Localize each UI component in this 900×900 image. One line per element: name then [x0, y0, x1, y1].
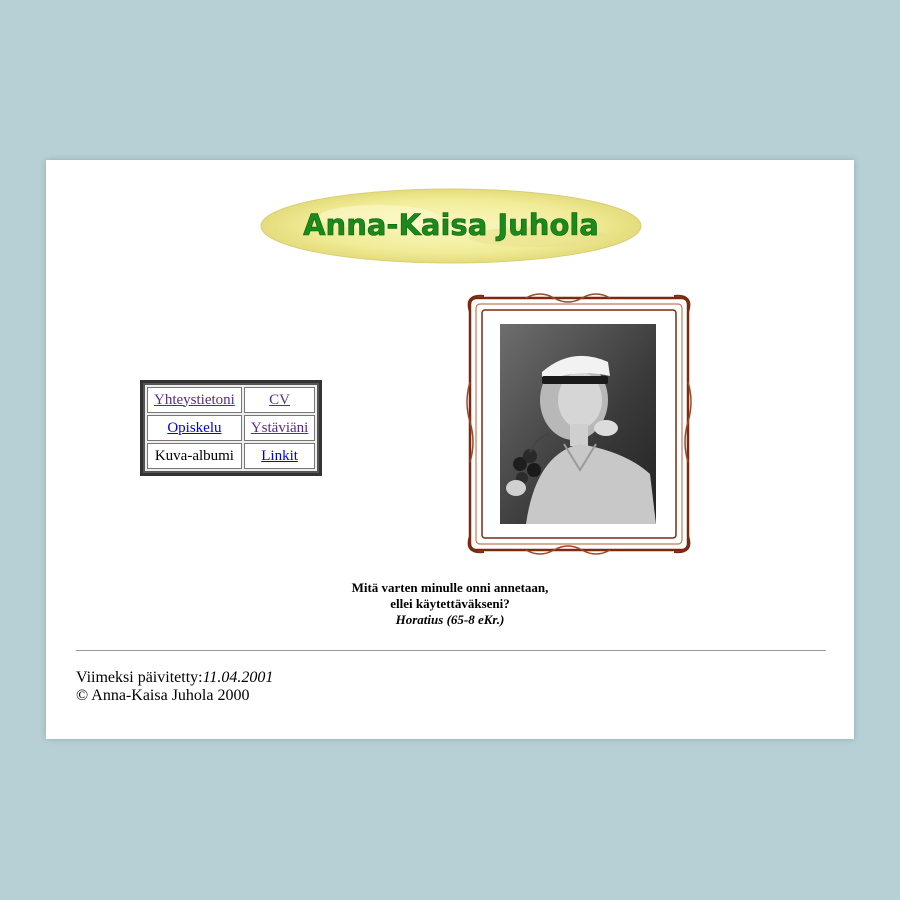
- quote-block: Mitä varten minulle onni annetaan, ellei…: [46, 580, 854, 628]
- nav-cell-linkit: Linkit: [243, 443, 316, 469]
- nav-cell-ystaviani: Ystäviäni: [243, 415, 316, 441]
- title-banner: Anna-Kaisa Juhola: [258, 187, 644, 265]
- quote-line-1: Mitä varten minulle onni annetaan,: [351, 580, 549, 595]
- nav-cell-yhteystietoni: Yhteystietoni: [147, 387, 242, 413]
- nav-link-opiskelu[interactable]: Opiskelu: [167, 420, 221, 436]
- page: Anna-Kaisa Juhola Yhteystietoni CV Opisk…: [46, 160, 854, 739]
- nav-link-linkit[interactable]: Linkit: [261, 448, 298, 464]
- portrait-frame: [466, 292, 694, 556]
- nav-grid: Yhteystietoni CV Opiskelu Ystäviäni Kuva…: [145, 385, 318, 471]
- page-title: Anna-Kaisa Juhola: [303, 208, 599, 242]
- nav-cell-cv: CV: [243, 387, 316, 413]
- nav-link-cv[interactable]: CV: [269, 392, 290, 408]
- nav-table: Yhteystietoni CV Opiskelu Ystäviäni Kuva…: [140, 380, 323, 476]
- nav-cell-opiskelu: Opiskelu: [147, 415, 242, 441]
- quote-line-2: ellei käytettäväkseni?: [390, 596, 510, 611]
- last-updated: Viimeksi päivitetty:11.04.2001: [76, 669, 273, 687]
- nav-cell-kuva-albumi: Kuva-albumi: [147, 443, 242, 469]
- copyright-text: © Anna-Kaisa Juhola 2000: [76, 687, 250, 704]
- footer: Viimeksi päivitetty:11.04.2001 © Anna-Ka…: [76, 669, 273, 705]
- nav-link-yhteystietoni[interactable]: Yhteystietoni: [154, 392, 235, 408]
- last-updated-date: 11.04.2001: [202, 669, 274, 686]
- portrait-image: [466, 293, 692, 555]
- nav-current-kuva-albumi: Kuva-albumi: [154, 447, 234, 464]
- title-banner-graphic: Anna-Kaisa Juhola: [260, 188, 642, 264]
- horizontal-rule: [76, 650, 826, 651]
- last-updated-label: Viimeksi päivitetty:: [76, 669, 203, 686]
- nav-link-ystaviani[interactable]: Ystäviäni: [251, 420, 309, 436]
- quote-author: Horatius (65-8 eKr.): [395, 612, 505, 627]
